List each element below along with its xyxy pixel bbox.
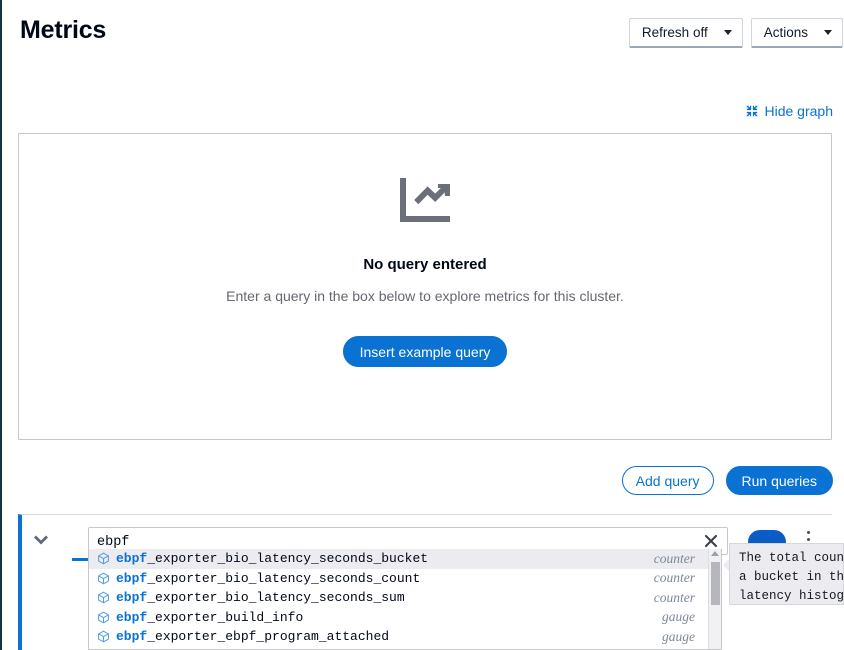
tooltip-line: latency histog bbox=[739, 589, 844, 603]
hide-graph-label: Hide graph bbox=[764, 103, 834, 119]
autocomplete-item-type: gauge bbox=[662, 609, 695, 625]
insert-example-query-button[interactable]: Insert example query bbox=[342, 336, 508, 367]
autocomplete-item[interactable]: ebpf_exporter_bio_latency_seconds_bucket… bbox=[89, 549, 721, 569]
cube-icon bbox=[98, 552, 109, 565]
autocomplete-scrollbar[interactable] bbox=[708, 549, 721, 649]
chevron-down-icon bbox=[34, 535, 48, 545]
kebab-dot bbox=[807, 538, 810, 541]
autocomplete-item[interactable]: ebpf_exporter_build_info gauge bbox=[89, 608, 721, 628]
graph-empty-state: No query entered Enter a query in the bo… bbox=[19, 176, 831, 367]
actions-dropdown-label: Actions bbox=[763, 25, 808, 40]
tooltip-line: a bucket in th bbox=[739, 570, 844, 584]
hide-graph-toggle[interactable]: Hide graph bbox=[745, 103, 834, 119]
autocomplete-item-type: gauge bbox=[662, 628, 695, 644]
actions-dropdown-button[interactable]: Actions bbox=[750, 18, 843, 48]
page-title: Metrics bbox=[20, 16, 107, 44]
collapse-icon bbox=[745, 104, 759, 118]
page-header: Metrics Refresh off Actions bbox=[0, 0, 844, 66]
autocomplete-item[interactable]: ebpf_exporter_bio_latency_seconds_sum co… bbox=[89, 588, 721, 608]
cube-icon bbox=[98, 611, 109, 624]
run-queries-button[interactable]: Run queries bbox=[725, 466, 833, 495]
query-expand-toggle[interactable] bbox=[29, 529, 53, 553]
autocomplete-item[interactable]: ebpf_exporter_bio_latency_seconds_count … bbox=[89, 569, 721, 589]
graph-container: No query entered Enter a query in the bo… bbox=[18, 133, 832, 440]
empty-state-title: No query entered bbox=[363, 256, 487, 273]
cube-icon bbox=[98, 630, 109, 643]
chevron-down-icon bbox=[723, 30, 732, 35]
tooltip-line: The total coun bbox=[739, 551, 844, 565]
scrollbar-thumb[interactable] bbox=[711, 562, 720, 605]
autocomplete-item-label: ebpf_exporter_ebpf_program_attached bbox=[116, 629, 390, 645]
page-left-rail bbox=[0, 0, 2, 650]
refresh-dropdown-label: Refresh off bbox=[641, 25, 708, 40]
autocomplete-item-type: counter bbox=[653, 570, 695, 586]
add-query-button[interactable]: Add query bbox=[621, 466, 714, 495]
cube-icon bbox=[98, 591, 109, 604]
scroll-up-icon[interactable] bbox=[711, 551, 719, 556]
header-actions: Refresh off Actions bbox=[628, 18, 843, 48]
autocomplete-item-label: ebpf_exporter_bio_latency_seconds_count bbox=[116, 570, 421, 586]
autocomplete-item-type: counter bbox=[653, 550, 695, 566]
empty-state-description: Enter a query in the box below to explor… bbox=[226, 288, 624, 304]
close-icon[interactable] bbox=[701, 531, 721, 551]
query-autocomplete-dropdown[interactable]: ebpf_exporter_bio_latency_seconds_bucket… bbox=[88, 549, 722, 650]
autocomplete-item[interactable]: ebpf_exporter_ebpf_program_attached gaug… bbox=[89, 627, 721, 647]
autocomplete-item-label: ebpf_exporter_bio_latency_seconds_sum bbox=[116, 590, 405, 606]
cube-icon bbox=[98, 572, 109, 585]
line-chart-icon bbox=[396, 176, 454, 228]
kebab-dot bbox=[807, 531, 810, 534]
autocomplete-item-label: ebpf_exporter_build_info bbox=[116, 609, 304, 625]
refresh-dropdown-button[interactable]: Refresh off bbox=[628, 18, 743, 48]
chevron-down-icon bbox=[824, 30, 832, 35]
metric-description-tooltip: The total coun a bucket in th latency hi… bbox=[729, 543, 844, 605]
query-action-buttons: Add query Run queries bbox=[621, 466, 833, 495]
autocomplete-item-type: counter bbox=[653, 589, 695, 605]
autocomplete-item-label: ebpf_exporter_bio_latency_seconds_bucket bbox=[116, 551, 429, 567]
